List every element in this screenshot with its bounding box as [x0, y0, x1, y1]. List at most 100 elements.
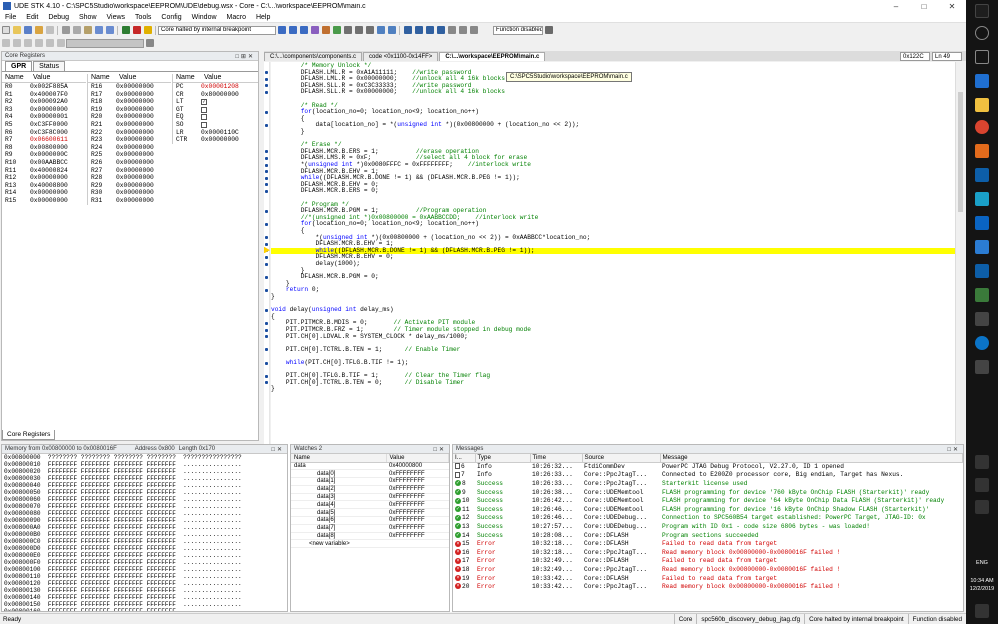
- memory-row[interactable]: 0x00800050 FFFFFFFF FFFFFFFF FFFFFFFF FF…: [2, 489, 287, 496]
- step-into-icon[interactable]: [277, 26, 286, 34]
- code-marker-icon[interactable]: [265, 150, 268, 154]
- watch-row[interactable]: data[8] 0xFFFFFFFF: [291, 532, 449, 541]
- message-row[interactable]: × 17 Error 10:32:49... Core::DFLASH Failed to…: [453, 557, 963, 566]
- register-row[interactable]: R18 0x00000000: [88, 98, 171, 106]
- watch-row[interactable]: data[6] 0xFFFFFFFF: [291, 516, 449, 525]
- message-row[interactable]: 7 Info 10:26:33... Core::PpcJtagT... Connect…: [453, 471, 963, 480]
- register-value[interactable]: 0x00000000: [116, 144, 171, 152]
- flag-checkbox[interactable]: ✓: [201, 99, 207, 106]
- code-marker-icon[interactable]: [265, 222, 268, 226]
- flash-verify-icon[interactable]: [425, 26, 434, 34]
- code-line[interactable]: while(PIT.CH[0].TFLG.B.TIF != 1);: [271, 359, 955, 367]
- register-value[interactable]: 0xC3F8C000: [30, 129, 85, 137]
- watch-row[interactable]: <new variable>: [291, 539, 449, 549]
- column-type[interactable]: Type: [475, 454, 531, 463]
- memory-row[interactable]: 0x00800060 FFFFFFFF FFFFFFFF FFFFFFFF FF…: [2, 496, 287, 503]
- clock-time[interactable]: 10:34 AM: [966, 578, 998, 585]
- register-row[interactable]: R19 0x00000000: [88, 106, 171, 114]
- code-marker-icon[interactable]: [265, 189, 268, 193]
- watch-value[interactable]: 0xFFFFFFFF: [386, 508, 449, 518]
- memory-row[interactable]: 0x00800140 FFFFFFFF FFFFFFFF FFFFFFFF FF…: [2, 594, 287, 601]
- code-marker-icon[interactable]: [265, 262, 268, 266]
- register-row[interactable]: R8 0x00800000: [2, 144, 86, 152]
- register-row[interactable]: R3 0x00000000: [2, 106, 86, 114]
- code-line[interactable]: data[location_no] = *(unsigned int *)(0x…: [271, 122, 955, 129]
- code-marker-icon[interactable]: [265, 163, 268, 167]
- app-icon-dark[interactable]: [975, 360, 989, 374]
- watch-row[interactable]: data[1] 0xFFFFFFFF: [291, 477, 449, 486]
- memory-row[interactable]: 0x00800120 FFFFFFFF FFFFFFFF FFFFFFFF FF…: [2, 580, 287, 587]
- code-line[interactable]: [271, 96, 955, 103]
- column-index[interactable]: I...: [453, 454, 476, 463]
- memory-row[interactable]: 0x008000B0 FFFFFFFF FFFFFFFF FFFFFFFF FF…: [2, 531, 287, 538]
- new-file-icon[interactable]: [1, 26, 10, 34]
- message-row[interactable]: ✓ 12 Success 10:26:46... Core::UDEDebug... Co…: [453, 514, 963, 523]
- chrome-icon[interactable]: [975, 120, 989, 134]
- register-value[interactable]: 0x00000000: [116, 151, 171, 159]
- code-line[interactable]: [271, 136, 955, 143]
- register-value[interactable]: 0x00000000: [30, 189, 85, 197]
- register-row[interactable]: R25 0x00000000: [88, 151, 171, 159]
- word-icon[interactable]: [975, 240, 989, 254]
- register-row[interactable]: R16 0x00000000: [88, 83, 171, 91]
- register-value[interactable]: 0x00000000: [201, 136, 256, 144]
- notification-icon[interactable]: [975, 604, 989, 618]
- menu-window[interactable]: Window: [187, 14, 222, 21]
- reset-icon[interactable]: [143, 26, 152, 34]
- code-marker-icon[interactable]: [265, 328, 268, 332]
- code-marker-icon[interactable]: [265, 123, 268, 127]
- code-marker-icon[interactable]: [265, 71, 268, 75]
- code-marker-icon[interactable]: [265, 381, 268, 385]
- menu-config[interactable]: Config: [156, 14, 186, 21]
- register-row[interactable]: CR 0x80000000: [173, 91, 258, 99]
- code-marker-icon[interactable]: [265, 374, 268, 378]
- settings-icon[interactable]: [458, 26, 467, 34]
- step-out-icon[interactable]: [299, 26, 308, 34]
- code-marker-icon[interactable]: [265, 170, 268, 174]
- register-value[interactable]: 0x00000000: [116, 91, 171, 99]
- memory-row[interactable]: 0x00800110 FFFFFFFF FFFFFFFF FFFFFFFF FF…: [2, 573, 287, 580]
- register-row[interactable]: R5 0xC3FF0000: [2, 121, 86, 129]
- function-icon[interactable]: [544, 26, 553, 34]
- store-icon[interactable]: [975, 144, 989, 158]
- watch-value[interactable]: 0xFFFFFFFF: [386, 532, 449, 541]
- tab-core-registers[interactable]: Core Registers: [2, 430, 56, 440]
- watch-name[interactable]: data: [291, 462, 386, 471]
- app-icon-green[interactable]: [975, 288, 989, 302]
- scrollbar-thumb[interactable]: [958, 92, 963, 212]
- watch-value[interactable]: 0xFFFFFFFF: [386, 493, 449, 502]
- watch-view-icon[interactable]: [365, 26, 374, 34]
- close-icon[interactable]: ✕: [938, 0, 966, 12]
- code-marker-icon[interactable]: [265, 321, 268, 325]
- chevron-down-icon[interactable]: [145, 39, 154, 47]
- register-row[interactable]: R23 0x00000000: [88, 136, 171, 144]
- register-row[interactable]: R2 0x000092A0: [2, 98, 86, 106]
- register-row[interactable]: R24 0x00000000: [88, 144, 171, 152]
- search-icon[interactable]: [975, 26, 989, 40]
- search-combo[interactable]: [66, 38, 144, 48]
- code-marker-icon[interactable]: [265, 236, 268, 240]
- register-row[interactable]: R27 0x00000000: [88, 167, 171, 175]
- register-row[interactable]: R30 0x00000000: [88, 189, 171, 197]
- watch-value[interactable]: 0xFFFFFFFF: [386, 516, 449, 525]
- watch-row[interactable]: data[7] 0xFFFFFFFF: [291, 524, 449, 533]
- code-marker-icon[interactable]: [265, 110, 268, 114]
- register-row[interactable]: R6 0xC3F8C000: [2, 129, 86, 137]
- memory-row[interactable]: 0x00800010 FFFFFFFF FFFFFFFF FFFFFFFF FF…: [2, 461, 287, 468]
- memory-row[interactable]: 0x00800090 FFFFFFFF FFFFFFFF FFFFFFFF FF…: [2, 517, 287, 524]
- message-row[interactable]: × 15 Error 10:32:18... Core::DFLASH Failed to…: [453, 539, 963, 548]
- watch-value[interactable]: 0xFFFFFFFF: [386, 477, 449, 486]
- paste-icon[interactable]: [83, 26, 92, 34]
- tab-status[interactable]: Status: [33, 61, 66, 71]
- code-line[interactable]: return 0;: [271, 287, 955, 294]
- code-marker-icon[interactable]: [265, 176, 268, 180]
- register-value[interactable]: 0x00000000: [116, 136, 171, 144]
- watch-row[interactable]: data[5] 0xFFFFFFFF: [291, 508, 449, 518]
- task-view-icon[interactable]: [975, 50, 989, 64]
- code-marker-icon[interactable]: [265, 90, 268, 94]
- find-next-icon[interactable]: [12, 39, 21, 47]
- clock-date[interactable]: 12/2/2019: [966, 586, 998, 593]
- skype-icon[interactable]: [975, 336, 989, 350]
- save-icon[interactable]: [23, 26, 32, 34]
- register-row[interactable]: R10 0x00AABBCC: [2, 159, 86, 167]
